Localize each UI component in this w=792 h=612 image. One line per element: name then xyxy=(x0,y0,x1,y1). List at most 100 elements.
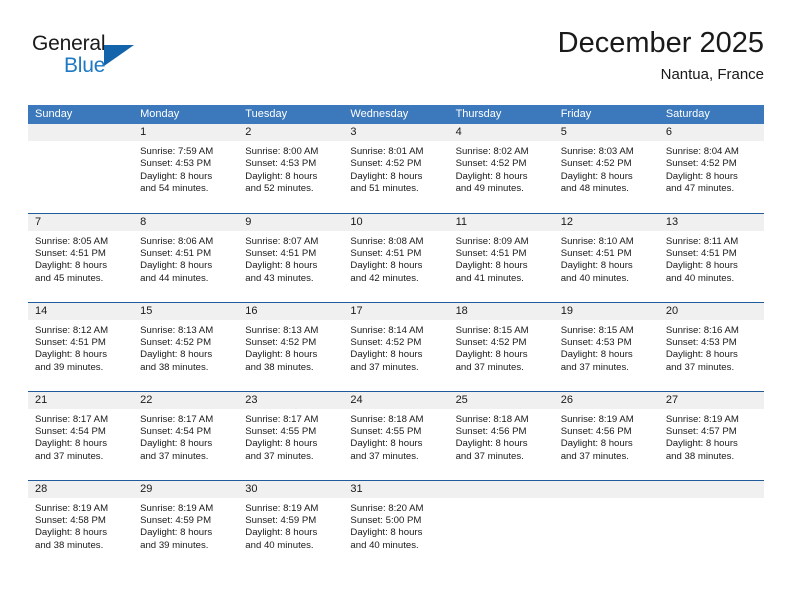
day-cell[interactable]: 27 Sunrise: 8:19 AM Sunset: 4:57 PM Dayl… xyxy=(658,390,764,480)
weekday-header-row: Sunday Monday Tuesday Wednesday Thursday… xyxy=(28,105,764,124)
sunrise-text: Sunrise: 8:15 AM xyxy=(455,324,529,336)
day-cell[interactable]: 20 Sunrise: 8:16 AM Sunset: 4:53 PM Dayl… xyxy=(658,301,764,391)
day-cell[interactable]: 28 Sunrise: 8:19 AM Sunset: 4:58 PM Dayl… xyxy=(28,479,134,569)
daylight-text-line1: Daylight: 8 hours xyxy=(140,527,213,539)
day-cell[interactable]: 12 Sunrise: 8:10 AM Sunset: 4:51 PM Dayl… xyxy=(553,212,659,302)
day-number: 23 xyxy=(238,391,344,409)
calendar-grid: Sunday Monday Tuesday Wednesday Thursday… xyxy=(28,105,764,569)
day-cell[interactable]: 25 Sunrise: 8:18 AM Sunset: 4:56 PM Dayl… xyxy=(448,390,554,480)
day-number: 18 xyxy=(448,302,554,320)
day-cell[interactable]: 29 Sunrise: 8:19 AM Sunset: 4:59 PM Dayl… xyxy=(133,479,239,569)
day-details: Sunrise: 8:15 AM Sunset: 4:52 PM Dayligh… xyxy=(449,320,554,375)
day-number xyxy=(448,480,554,498)
sunrise-text: Sunrise: 8:02 AM xyxy=(455,146,529,157)
daylight-text-line1: Daylight: 8 hours xyxy=(455,349,528,361)
day-cell[interactable]: 30 Sunrise: 8:19 AM Sunset: 4:59 PM Dayl… xyxy=(238,479,344,569)
day-cell[interactable]: 13 Sunrise: 8:11 AM Sunset: 4:51 PM Dayl… xyxy=(658,212,764,302)
sunrise-text: Sunrise: 8:15 AM xyxy=(560,324,634,336)
day-cell[interactable]: 14 Sunrise: 8:12 AM Sunset: 4:51 PM Dayl… xyxy=(28,301,134,391)
daylight-text-line2: and 37 minutes. xyxy=(455,450,524,462)
sunrise-text: Sunrise: 8:14 AM xyxy=(350,324,424,336)
sunrise-text: Sunrise: 8:06 AM xyxy=(140,235,214,247)
daylight-text-line1: Daylight: 8 hours xyxy=(560,170,633,182)
day-cell[interactable]: 8 Sunrise: 8:06 AM Sunset: 4:51 PM Dayli… xyxy=(133,212,239,302)
daylight-text-line2: and 42 minutes. xyxy=(350,272,419,284)
daylight-text-line2: and 40 minutes. xyxy=(350,539,419,551)
daylight-text-line2: and 52 minutes. xyxy=(245,183,314,195)
daylight-text-line1: Daylight: 8 hours xyxy=(665,438,738,450)
day-number: 22 xyxy=(133,391,239,409)
day-cell[interactable]: 4 Sunrise: 8:02 AM Sunset: 4:52 PM Dayli… xyxy=(448,124,554,213)
day-details: Sunrise: 8:19 AM Sunset: 4:59 PM Dayligh… xyxy=(133,498,238,553)
brand-logo[interactable]: General Blue xyxy=(32,32,152,86)
day-cell[interactable]: 19 Sunrise: 8:15 AM Sunset: 4:53 PM Dayl… xyxy=(553,301,659,391)
day-details: Sunrise: 8:13 AM Sunset: 4:52 PM Dayligh… xyxy=(238,320,343,375)
daylight-text-line1: Daylight: 8 hours xyxy=(35,438,107,450)
day-details: Sunrise: 8:19 AM Sunset: 4:57 PM Dayligh… xyxy=(659,409,764,464)
day-cell[interactable] xyxy=(553,479,659,569)
daylight-text-line2: and 48 minutes. xyxy=(560,183,629,195)
day-cell[interactable]: 18 Sunrise: 8:15 AM Sunset: 4:52 PM Dayl… xyxy=(448,301,554,391)
sunrise-text: Sunrise: 8:19 AM xyxy=(560,413,634,425)
day-number: 20 xyxy=(658,302,764,320)
sunset-text: Sunset: 4:52 PM xyxy=(455,158,527,170)
daylight-text-line1: Daylight: 8 hours xyxy=(140,170,213,182)
day-cell[interactable]: 10 Sunrise: 8:08 AM Sunset: 4:51 PM Dayl… xyxy=(343,212,449,302)
day-cell[interactable] xyxy=(448,479,554,569)
day-cell[interactable]: 7 Sunrise: 8:05 AM Sunset: 4:51 PM Dayli… xyxy=(28,212,134,302)
day-details: Sunrise: 8:00 AM Sunset: 4:53 PM Dayligh… xyxy=(238,141,343,196)
day-cell[interactable]: 1 Sunrise: 7:59 AM Sunset: 4:53 PM Dayli… xyxy=(133,124,239,213)
daylight-text-line2: and 37 minutes. xyxy=(560,450,629,462)
day-cell[interactable]: 22 Sunrise: 8:17 AM Sunset: 4:54 PM Dayl… xyxy=(133,390,239,480)
daylight-text-line2: and 38 minutes. xyxy=(665,450,735,462)
sunset-text: Sunset: 4:52 PM xyxy=(665,158,737,170)
day-cell[interactable]: 21 Sunrise: 8:17 AM Sunset: 4:54 PM Dayl… xyxy=(28,390,134,480)
day-cell[interactable]: 15 Sunrise: 8:13 AM Sunset: 4:52 PM Dayl… xyxy=(133,301,239,391)
day-cell[interactable]: 3 Sunrise: 8:01 AM Sunset: 4:52 PM Dayli… xyxy=(343,124,449,213)
day-details: Sunrise: 8:15 AM Sunset: 4:53 PM Dayligh… xyxy=(554,320,659,375)
day-number: 30 xyxy=(238,480,344,498)
day-cell[interactable] xyxy=(28,124,134,213)
daylight-text-line2: and 40 minutes. xyxy=(560,272,629,284)
day-details: Sunrise: 8:19 AM Sunset: 4:58 PM Dayligh… xyxy=(28,498,133,553)
day-cell[interactable]: 9 Sunrise: 8:07 AM Sunset: 4:51 PM Dayli… xyxy=(238,212,344,302)
day-cell[interactable]: 2 Sunrise: 8:00 AM Sunset: 4:53 PM Dayli… xyxy=(238,124,344,213)
day-cell[interactable]: 17 Sunrise: 8:14 AM Sunset: 4:52 PM Dayl… xyxy=(343,301,449,391)
day-number: 16 xyxy=(238,302,344,320)
sunrise-text: Sunrise: 8:09 AM xyxy=(455,235,529,247)
day-cell[interactable] xyxy=(658,479,764,569)
sunset-text: Sunset: 4:59 PM xyxy=(245,514,317,526)
daylight-text-line1: Daylight: 8 hours xyxy=(35,260,107,272)
daylight-text-line2: and 37 minutes. xyxy=(665,361,735,373)
day-cell[interactable]: 11 Sunrise: 8:09 AM Sunset: 4:51 PM Dayl… xyxy=(448,212,554,302)
week-row: 7 Sunrise: 8:05 AM Sunset: 4:51 PM Dayli… xyxy=(28,212,764,302)
sunset-text: Sunset: 4:53 PM xyxy=(560,336,632,348)
sunset-text: Sunset: 4:53 PM xyxy=(665,336,737,348)
day-cell[interactable]: 23 Sunrise: 8:17 AM Sunset: 4:55 PM Dayl… xyxy=(238,390,344,480)
daylight-text-line2: and 40 minutes. xyxy=(665,272,735,284)
daylight-text-line1: Daylight: 8 hours xyxy=(350,349,423,361)
weekday-header-wednesday: Wednesday xyxy=(343,105,449,124)
sunrise-text: Sunrise: 8:00 AM xyxy=(245,146,319,157)
sunset-text: Sunset: 4:57 PM xyxy=(665,425,737,437)
day-cell[interactable]: 16 Sunrise: 8:13 AM Sunset: 4:52 PM Dayl… xyxy=(238,301,344,391)
day-details: Sunrise: 8:20 AM Sunset: 5:00 PM Dayligh… xyxy=(343,498,448,553)
sunset-text: Sunset: 4:51 PM xyxy=(560,247,632,259)
day-number: 31 xyxy=(343,480,449,498)
page-header: General Blue December 2025 Nantua, Franc… xyxy=(28,26,764,96)
day-cell[interactable]: 31 Sunrise: 8:20 AM Sunset: 5:00 PM Dayl… xyxy=(343,479,449,569)
sunrise-text: Sunrise: 8:13 AM xyxy=(245,324,319,336)
sunset-text: Sunset: 4:58 PM xyxy=(35,514,106,526)
sunrise-text: Sunrise: 8:19 AM xyxy=(245,502,319,514)
day-cell[interactable]: 5 Sunrise: 8:03 AM Sunset: 4:52 PM Dayli… xyxy=(553,124,659,213)
sunset-text: Sunset: 4:51 PM xyxy=(245,247,317,259)
day-cell[interactable]: 6 Sunrise: 8:04 AM Sunset: 4:52 PM Dayli… xyxy=(658,124,764,213)
day-cell[interactable]: 26 Sunrise: 8:19 AM Sunset: 4:56 PM Dayl… xyxy=(553,390,659,480)
day-cell[interactable]: 24 Sunrise: 8:18 AM Sunset: 4:55 PM Dayl… xyxy=(343,390,449,480)
brand-name-blue: Blue xyxy=(64,54,106,77)
sunrise-text: Sunrise: 8:19 AM xyxy=(35,502,109,514)
daylight-text-line1: Daylight: 8 hours xyxy=(140,438,213,450)
sunrise-text: Sunrise: 8:01 AM xyxy=(350,146,424,157)
daylight-text-line1: Daylight: 8 hours xyxy=(140,349,213,361)
sunset-text: Sunset: 4:51 PM xyxy=(665,247,737,259)
